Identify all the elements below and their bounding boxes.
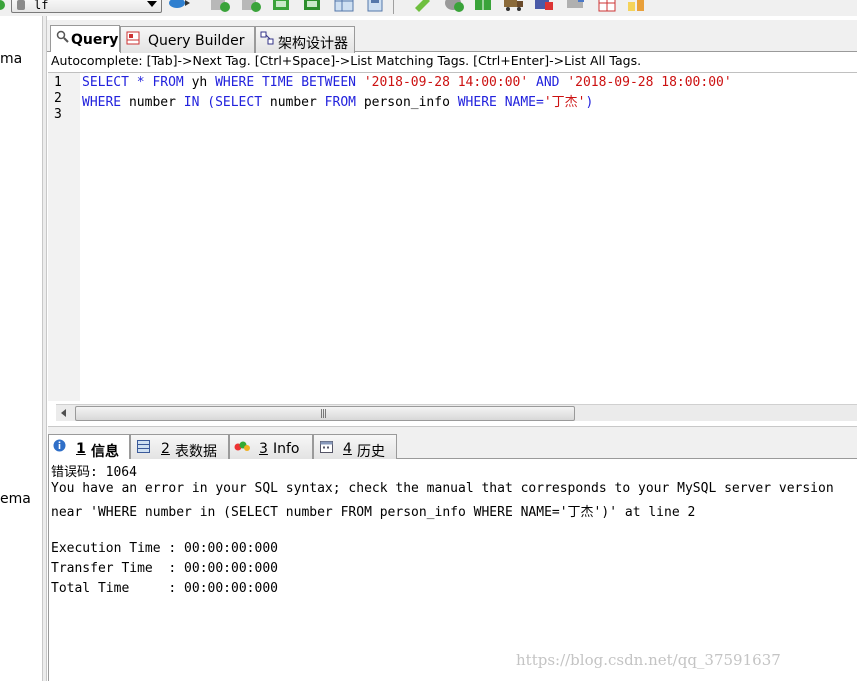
import-external-icon[interactable] [533,0,555,12]
tab-history[interactable]: 4 历史 [313,434,397,460]
sql-string: '2018-09-28 18:00:00' [567,75,732,90]
restore-icon[interactable] [240,0,262,12]
tab-schema-designer-label: 架构设计器 [278,36,348,52]
sql-keyword: AND [536,75,560,90]
tab-table-data[interactable]: 2 表数据 [130,434,229,460]
sql-identifier: yh [191,75,208,90]
total-time: Total Time : 00:00:00:000 [51,581,278,596]
sql-keyword: TIME [262,75,294,90]
backup-icon[interactable] [209,0,231,12]
refresh-icon[interactable] [168,0,190,12]
info-chart-icon [234,441,250,451]
table-data-icon[interactable] [333,0,355,12]
sql-identifier: number [269,95,317,110]
toolbar-separator [393,0,394,14]
line-number: 2 [54,91,62,106]
autocomplete-hint: Autocomplete: [Tab]->Next Tag. [Ctrl+Spa… [51,53,642,68]
notifications-icon[interactable] [596,0,618,12]
sql-keyword: FROM [324,95,356,110]
code-line-2[interactable]: WHERE number IN (SELECT number FROM pers… [82,91,593,110]
sql-keyword: BETWEEN [301,75,356,90]
sql-keyword: SELECT [82,75,129,90]
sql-keyword: WHERE [457,95,497,110]
toolbar: lf [0,0,857,16]
sql-identifier: person_info [363,95,450,110]
sql-keyword: FROM [152,75,184,90]
line-number: 1 [54,75,62,90]
grip-icon: ||| [320,409,327,419]
panel-splitter[interactable] [42,16,47,681]
query-builder-icon [126,31,140,45]
sql-string: '丁杰' [543,95,586,110]
execution-time: Execution Time : 00:00:00:000 [51,541,278,556]
sql-editor[interactable]: 1 2 3 SELECT * FROM yh WHERE TIME BETWEE… [48,72,857,425]
tab-table-data-number: 2 [161,441,170,457]
schema-tree-item[interactable]: ema [0,491,31,507]
code-line-1[interactable]: SELECT * FROM yh WHERE TIME BETWEEN '201… [82,75,732,90]
table-icon [137,440,150,453]
sql-keyword: NAME= [504,95,544,110]
watermark: https://blog.csdn.net/qq_37591637 [516,651,781,669]
tools-icon[interactable] [565,0,587,12]
scroll-left-arrow-icon[interactable] [56,405,73,421]
history-icon [320,441,333,453]
sql-string: '2018-09-28 14:00:00' [363,75,529,90]
line-number: 3 [54,107,62,122]
line-number-gutter: 1 2 3 [48,73,80,401]
tab-table-data-label: 表数据 [175,444,217,460]
sync-icon[interactable] [443,0,465,12]
schema-designer-icon [260,31,274,45]
query-icon [56,30,69,43]
database-icon [17,0,25,10]
tab-info-label: Info [273,441,300,457]
export-icon[interactable] [302,0,324,12]
info-icon [53,439,66,452]
object-browser: ma ema [0,16,42,681]
chart-icon[interactable] [626,0,648,12]
schema-icon[interactable] [364,0,386,12]
sql-keyword: WHERE [215,75,255,90]
editor-output-splitter[interactable] [48,426,857,434]
sql-paren: ( [207,95,216,110]
sql-keyword: WHERE [82,95,122,110]
message-output[interactable]: 错误码: 1064 You have an error in your SQL … [48,459,857,681]
tab-messages-label: 信息 [91,444,119,460]
tab-history-number: 4 [343,441,352,457]
chevron-down-icon [147,1,157,7]
sql-keyword: SELECT [215,95,263,110]
error-near: near 'WHERE number in (SELECT number FRO… [51,505,696,520]
tab-history-label: 历史 [357,444,385,460]
tab-query-label: Query [71,32,119,48]
editor-tab-strip: Query Query Builder 架构设计器 [47,20,857,53]
sql-paren: ) [585,95,594,110]
tab-messages-number: 1 [76,441,86,457]
tab-info-number: 3 [259,441,268,457]
scrollbar-thumb[interactable]: ||| [75,406,575,421]
transfer-time: Transfer Time : 00:00:00:000 [51,561,278,576]
tab-schema-designer[interactable]: 架构设计器 [255,26,355,53]
tab-query-builder-label: Query Builder [148,33,245,49]
import-icon[interactable] [271,0,293,12]
database-name: lf [34,0,49,12]
copy-db-icon[interactable] [412,0,434,12]
database-select[interactable]: lf [11,0,162,13]
tab-info[interactable]: 3 Info [229,434,313,459]
sql-operator: * [136,75,145,90]
error-message: You have an error in your SQL syntax; ch… [51,481,834,496]
data-sync-icon[interactable] [472,0,494,12]
sql-identifier: number [128,95,176,110]
schema-tree-item[interactable]: ma [0,51,22,67]
truck-icon[interactable] [503,0,525,12]
sql-keyword: IN [183,95,200,110]
result-tab-strip: 1 信息 2 表数据 3 Info 4 历史 [48,434,857,460]
error-code: 错误码: 1064 [51,465,137,480]
connection-icon[interactable] [0,0,5,10]
tab-query[interactable]: Query [50,25,120,52]
editor-horizontal-scrollbar[interactable]: ||| [56,404,857,421]
tab-query-builder[interactable]: Query Builder [120,26,255,53]
tab-messages[interactable]: 1 信息 [48,434,130,460]
